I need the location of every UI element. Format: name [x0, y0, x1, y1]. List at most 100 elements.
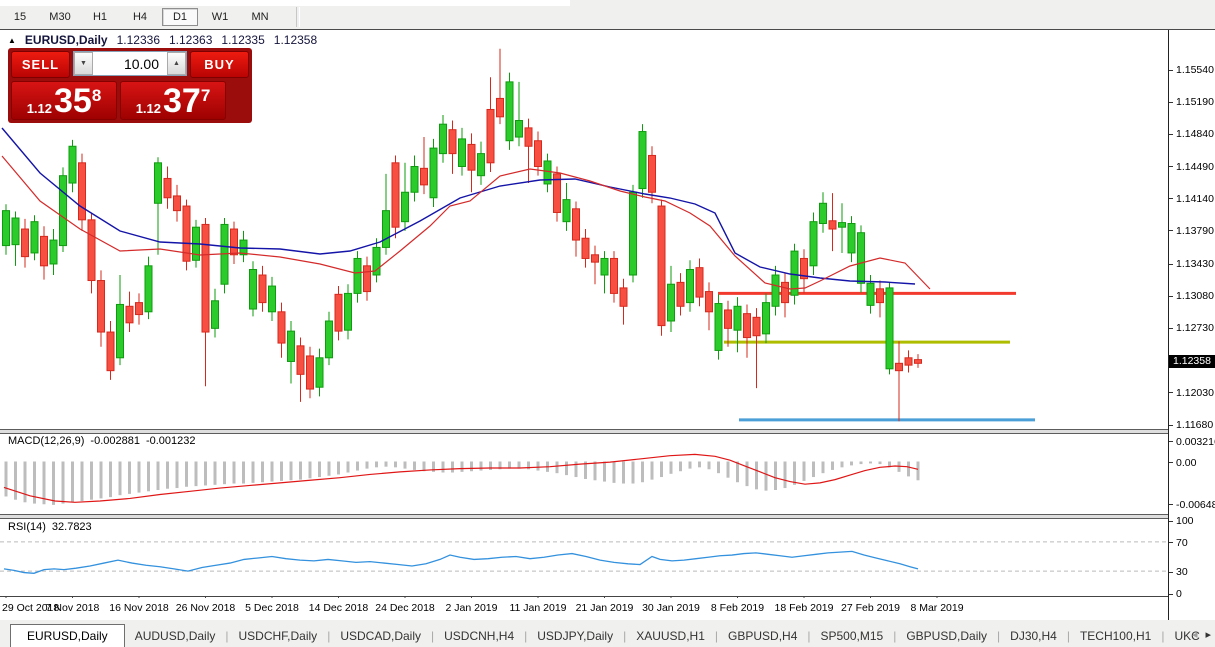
- tab-USDCNH-H4[interactable]: USDCNH,H4: [434, 625, 524, 647]
- date-axis-label: 26 Nov 2018: [176, 602, 236, 614]
- axis-tick: [1169, 230, 1173, 231]
- candle: [79, 154, 86, 231]
- candle: [687, 260, 694, 312]
- volume-spinner: ▼ ▲: [73, 51, 187, 76]
- macd-histogram-bar: [62, 462, 65, 504]
- macd-histogram-bar: [52, 462, 55, 505]
- candle: [69, 140, 76, 192]
- tab-scroll-left-icon[interactable]: ◂: [1192, 628, 1198, 641]
- candle: [478, 142, 485, 185]
- candle: [259, 266, 266, 312]
- candle: [877, 281, 884, 318]
- macd-histogram-bar: [537, 462, 540, 471]
- candle: [60, 167, 67, 252]
- sell-price-big: 35: [54, 86, 92, 116]
- macd-histogram-bar: [318, 462, 321, 478]
- date-axis-label: 8 Mar 2019: [910, 602, 963, 614]
- tab-scroll-right-icon[interactable]: ▸: [1205, 628, 1211, 641]
- timeframe-button-H1[interactable]: H1: [82, 8, 118, 26]
- volume-decrease-button[interactable]: ▼: [74, 52, 93, 75]
- macd-histogram-bar: [413, 462, 416, 470]
- collapse-chart-icon[interactable]: ▲: [8, 36, 16, 45]
- candle: [373, 238, 380, 282]
- axis-tick: [1169, 296, 1173, 297]
- volume-input[interactable]: [93, 52, 167, 75]
- date-axis-label: 27 Feb 2019: [841, 602, 900, 614]
- macd-histogram-bar: [5, 462, 8, 497]
- buy-button[interactable]: BUY: [190, 51, 249, 78]
- timeframe-button-H4[interactable]: H4: [122, 8, 158, 26]
- pane-splitter-macd[interactable]: [0, 429, 1168, 434]
- macd-histogram-bar: [309, 462, 312, 479]
- axis-tick: [1169, 264, 1173, 265]
- tab-TECH100-H1[interactable]: TECH100,H1: [1070, 625, 1161, 647]
- sell-price-pip: 8: [92, 88, 101, 103]
- candle: [535, 132, 542, 176]
- macd-histogram-bar: [451, 462, 454, 473]
- candle: [487, 77, 494, 172]
- tab-XAUUSD-H1[interactable]: XAUUSD,H1: [626, 625, 715, 647]
- candle: [126, 292, 133, 332]
- macd-histogram-bar: [594, 462, 597, 481]
- buy-price-tile[interactable]: 1.12 37 7: [120, 81, 226, 120]
- sell-button[interactable]: SELL: [11, 51, 70, 78]
- candle: [525, 119, 532, 183]
- timeframe-button-M30[interactable]: M30: [42, 8, 78, 26]
- tab-EURUSD-Daily[interactable]: EURUSD,Daily: [10, 624, 125, 647]
- tab-USDCAD-Daily[interactable]: USDCAD,Daily: [330, 625, 431, 647]
- price-axis-label: 1.13430: [1169, 258, 1214, 270]
- volume-increase-button[interactable]: ▲: [167, 52, 186, 75]
- candle: [715, 294, 722, 359]
- axis-tick: [1169, 392, 1173, 393]
- tab-DJ30-H4[interactable]: DJ30,H4: [1000, 625, 1067, 647]
- candle: [50, 229, 57, 275]
- pane-splitter-rsi[interactable]: [0, 514, 1168, 519]
- tab-AUDUSD-Daily[interactable]: AUDUSD,Daily: [125, 625, 226, 647]
- candle: [212, 289, 219, 338]
- timeframe-button-W1[interactable]: W1: [202, 8, 238, 26]
- timeframe-button-MN[interactable]: MN: [242, 8, 278, 26]
- price-axis-label: 1.11680: [1169, 419, 1213, 431]
- macd-histogram-bar: [603, 462, 606, 482]
- date-axis[interactable]: 29 Oct 20187 Nov 201816 Nov 201826 Nov 2…: [0, 598, 1168, 620]
- candle: [829, 193, 836, 251]
- timeframe-toolbar: 15M30H1H4D1W1MN: [0, 0, 1215, 30]
- macd-histogram-bar: [879, 462, 882, 465]
- chart-tab-bar: EURUSD,DailyAUDUSD,Daily|USDCHF,Daily|US…: [0, 619, 1215, 647]
- macd-histogram-bar: [556, 462, 559, 474]
- candle: [848, 216, 855, 262]
- tab-USDJPY-Daily[interactable]: USDJPY,Daily: [527, 625, 623, 647]
- macd-histogram-bar: [242, 462, 245, 484]
- timeframe-button-15[interactable]: 15: [2, 8, 38, 26]
- sell-price-tile[interactable]: 1.12 35 8: [11, 81, 117, 120]
- macd-histogram-bar: [679, 462, 682, 472]
- price-axis-label: 1.13080: [1169, 290, 1214, 302]
- candle: [269, 277, 276, 321]
- macd-histogram-bar: [261, 462, 264, 483]
- macd-histogram-bar: [375, 462, 378, 468]
- candle: [354, 251, 361, 303]
- price-axis-label: 1.15540: [1169, 64, 1214, 76]
- timeframe-button-D1[interactable]: D1: [162, 8, 198, 26]
- candle: [12, 212, 19, 266]
- tab-USDCHF-Daily[interactable]: USDCHF,Daily: [229, 625, 328, 647]
- tab-GBPUSD-Daily[interactable]: GBPUSD,Daily: [896, 625, 997, 647]
- macd-histogram-bar: [831, 462, 834, 470]
- candle: [858, 225, 865, 292]
- candle: [3, 204, 10, 255]
- macd-histogram-bar: [860, 462, 863, 465]
- macd-histogram-bar: [128, 462, 131, 494]
- price-axis[interactable]: 1.155401.151901.148401.144901.141401.137…: [1168, 30, 1215, 620]
- macd-histogram-bar: [252, 462, 255, 483]
- macd-histogram-bar: [394, 462, 397, 468]
- macd-histogram-bar: [812, 462, 815, 478]
- tab-SP500-M15[interactable]: SP500,M15: [811, 625, 894, 647]
- candle: [297, 338, 304, 402]
- candle: [392, 155, 399, 238]
- candle: [421, 137, 428, 194]
- candle: [582, 229, 589, 268]
- macd-histogram-bar: [660, 462, 663, 478]
- tab-GBPUSD-H4[interactable]: GBPUSD,H4: [718, 625, 807, 647]
- ohlc-close: 1.12358: [274, 33, 317, 47]
- axis-tick: [1169, 70, 1173, 71]
